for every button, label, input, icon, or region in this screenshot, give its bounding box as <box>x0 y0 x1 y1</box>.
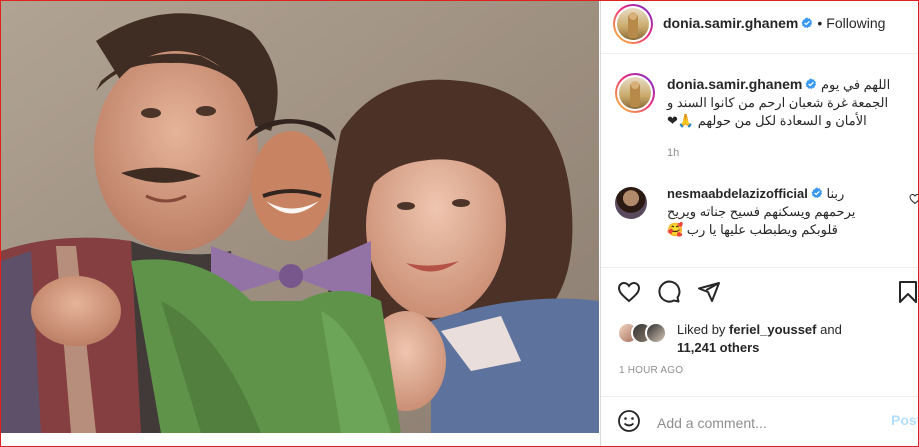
commenter-avatar[interactable] <box>615 187 647 219</box>
liked-by-user[interactable]: feriel_youssef <box>729 322 816 337</box>
likes-others-count[interactable]: 11,241 others <box>677 340 759 355</box>
following-button[interactable]: Following <box>826 15 885 31</box>
comment-input[interactable] <box>655 411 879 435</box>
caption-timestamp[interactable]: 1h <box>667 147 679 159</box>
comment-composer: Post <box>601 396 918 446</box>
caption-author-avatar[interactable] <box>615 73 655 113</box>
post-photo[interactable] <box>1 1 599 433</box>
heart-icon[interactable] <box>617 280 641 304</box>
vintage-photo-illustration <box>1 1 599 433</box>
post-side-panel: donia.samir.ghanem • Following donia.samir… <box>600 1 919 446</box>
caption-line-3: الأمان و السعادة لكل من حولهم 🙏❤ <box>667 113 867 128</box>
commenter-username[interactable]: nesmaabdelazizofficial <box>667 186 808 201</box>
verified-badge-icon <box>801 17 813 28</box>
comment-line-1: ربنا <box>826 186 845 201</box>
emoji-icon[interactable] <box>617 409 641 433</box>
likes-summary: Liked by feriel_youssef and 11,241 other… <box>677 321 842 357</box>
comment-line-3: قلوبكم ويطبطب عليها يا رب 🥰 <box>667 222 838 237</box>
caption-line-1: اللهم في يوم <box>821 77 891 92</box>
like-comment-icon[interactable] <box>909 193 919 205</box>
post-header: donia.samir.ghanem • Following <box>601 1 918 54</box>
verified-badge-icon <box>805 78 817 89</box>
verified-badge-icon <box>811 187 822 198</box>
post-timestamp[interactable]: 1 HOUR AGO <box>619 365 683 376</box>
post-actions-section: Liked by feriel_youssef and 11,241 other… <box>601 267 919 398</box>
comment-icon[interactable] <box>657 280 681 304</box>
bookmark-icon[interactable] <box>897 280 919 304</box>
post-comment-button[interactable]: Post <box>891 412 918 428</box>
comment-line-2: يرحمهم ويسكنهم فسيح جناته ويريح <box>667 204 856 219</box>
instagram-post-window: donia.samir.ghanem • Following donia.samir… <box>0 0 919 447</box>
caption-username[interactable]: donia.samir.ghanem <box>667 76 802 92</box>
author-avatar[interactable] <box>613 4 653 44</box>
author-username[interactable]: donia.samir.ghanem <box>663 15 798 31</box>
share-icon[interactable] <box>697 280 721 304</box>
caption-text: donia.samir.ghanem اللهم في يوم الجمعة غ… <box>667 75 918 130</box>
header-separator: • <box>817 15 823 31</box>
liked-by-prefix: Liked by <box>677 322 726 337</box>
liked-by-and: and <box>820 322 842 337</box>
liker-avatar-3[interactable] <box>645 322 667 344</box>
caption-line-2: الجمعة غرة شعبان ارحم من كانوا السند و <box>667 95 889 110</box>
